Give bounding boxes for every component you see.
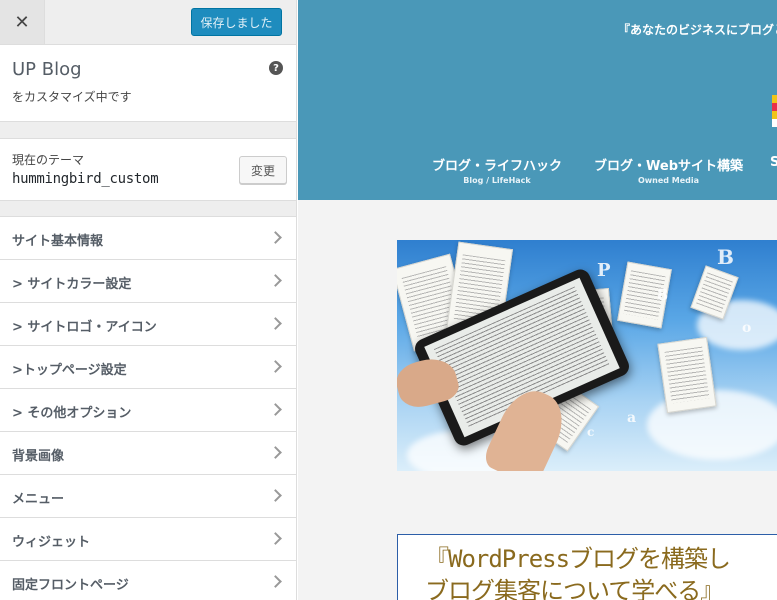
section-background-image[interactable]: 背景画像: [0, 431, 296, 474]
site-tagline: 『あなたのビジネスにブログとい: [618, 23, 777, 37]
hero-image: P 8 B o a c: [397, 240, 777, 471]
chevron-right-icon: [269, 575, 282, 588]
nav-item-blog-lifehack[interactable]: ブログ・ライフハック Blog / LifeHack: [432, 155, 562, 185]
theme-name: hummingbird_custom: [12, 171, 159, 187]
nav-item-label: ブログ・Webサイト構築: [594, 159, 743, 174]
site-navigation: ブログ・ライフハック Blog / LifeHack ブログ・Webサイト構築 …: [298, 155, 777, 187]
nav-item-label: S: [770, 155, 777, 170]
chevron-right-icon: [269, 231, 282, 244]
section-static-front-page[interactable]: 固定フロントページ: [0, 560, 296, 600]
nav-item-partial[interactable]: S: [770, 155, 777, 170]
help-icon[interactable]: ?: [269, 61, 283, 75]
section-other-options[interactable]: > その他オプション: [0, 388, 296, 431]
chevron-right-icon: [269, 360, 282, 373]
section-label: > その他オプション: [12, 406, 132, 421]
promo-text: ブログ集客について学べる』: [425, 577, 724, 600]
site-title: UP Blog: [12, 59, 82, 80]
chevron-right-icon: [269, 489, 282, 502]
close-icon[interactable]: ✕: [0, 0, 45, 44]
current-theme-label: 現在のテーマ: [12, 153, 85, 167]
customizer-sidebar: ✕ 保存しました UP Blog をカスタマイズ中です ? 現在のテーマ hum…: [0, 0, 297, 600]
customizer-sections: サイト基本情報 > サイトカラー設定 > サイトロゴ・アイコン >トップページ設…: [0, 216, 296, 600]
nav-item-label: ブログ・ライフハック: [432, 159, 563, 174]
section-label: 背景画像: [12, 449, 65, 464]
section-label: サイト基本情報: [12, 234, 104, 249]
site-header: 『あなたのビジネスにブログとい ブログ・ライフハック Blog / LifeHa…: [298, 0, 777, 200]
site-preview: 『あなたのビジネスにブログとい ブログ・ライフハック Blog / LifeHa…: [298, 0, 777, 600]
section-label: ウィジェット: [12, 535, 91, 550]
logo-partial: [772, 95, 777, 127]
nav-item-owned-media[interactable]: ブログ・Webサイト構築 Owned Media: [594, 155, 743, 185]
section-label: > サイトカラー設定: [12, 277, 132, 292]
promo-box: 『WordPressブログを構築し ブログ集客について学べる』: [397, 534, 777, 600]
nav-item-sublabel: Blog / LifeHack: [463, 176, 531, 185]
section-widgets[interactable]: ウィジェット: [0, 517, 296, 560]
chevron-right-icon: [269, 446, 282, 459]
section-label: 固定フロントページ: [12, 578, 129, 593]
chevron-right-icon: [269, 317, 282, 330]
section-menus[interactable]: メニュー: [0, 474, 296, 517]
section-site-logo-icon[interactable]: > サイトロゴ・アイコン: [0, 302, 296, 345]
customizer-info: UP Blog をカスタマイズ中です ?: [0, 45, 296, 122]
customizer-header: ✕ 保存しました: [0, 0, 296, 45]
section-top-page[interactable]: >トップページ設定: [0, 345, 296, 388]
nav-item-sublabel: Owned Media: [637, 176, 700, 185]
section-label: メニュー: [12, 492, 65, 507]
chevron-right-icon: [269, 403, 282, 416]
current-theme-panel: 現在のテーマ hummingbird_custom 変更: [0, 138, 296, 201]
customizing-label: をカスタマイズ中です: [12, 90, 132, 104]
chevron-right-icon: [269, 532, 282, 545]
promo-text: 『WordPressブログを構築し: [425, 545, 731, 573]
chevron-right-icon: [269, 274, 282, 287]
save-button[interactable]: 保存しました: [191, 8, 282, 36]
section-label: >トップページ設定: [12, 363, 127, 378]
section-site-color[interactable]: > サイトカラー設定: [0, 259, 296, 302]
section-site-identity[interactable]: サイト基本情報: [0, 216, 296, 259]
section-label: > サイトロゴ・アイコン: [12, 320, 157, 335]
change-theme-button[interactable]: 変更: [239, 156, 287, 184]
